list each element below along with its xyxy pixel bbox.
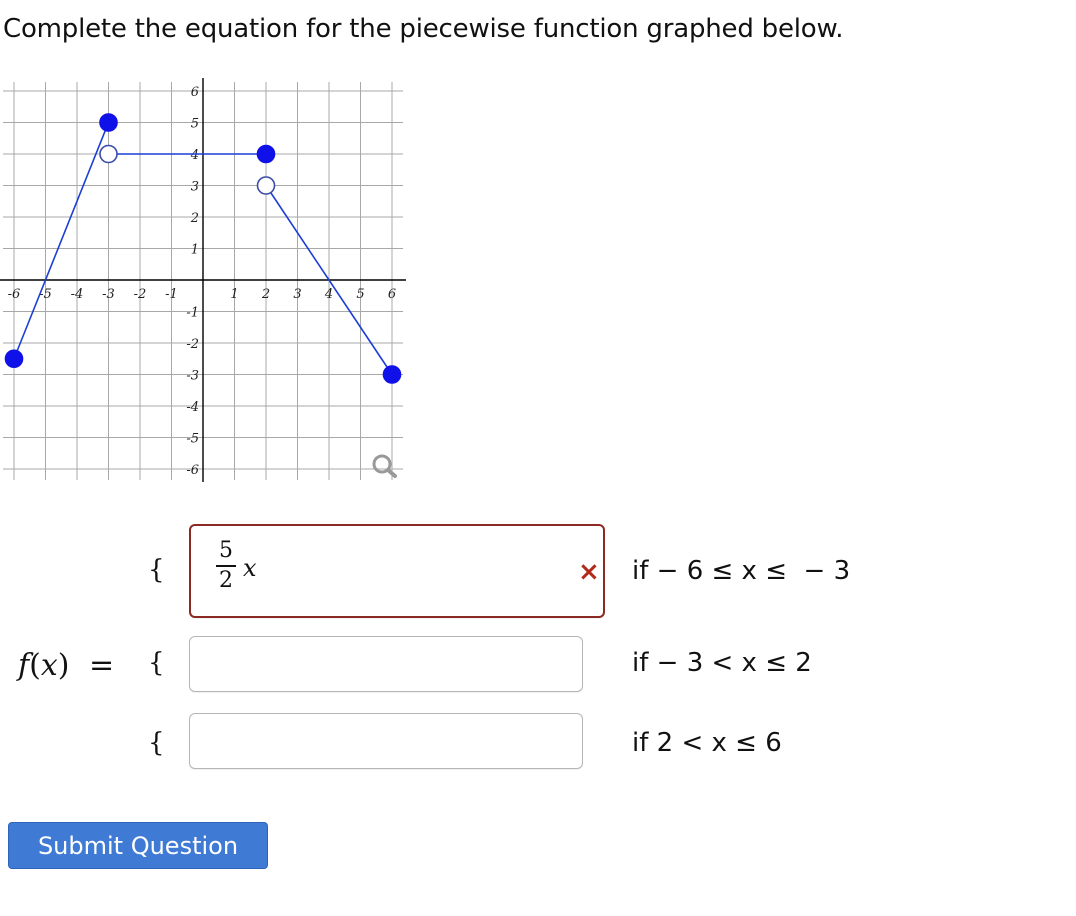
fraction-numerator: 5	[219, 538, 233, 563]
graph-tick-labels: -7-6-5-4-3-2-11234567654321-1-2-3-4-5-6	[8, 85, 396, 478]
piece-2-condition: if − 3 < x ≤ 2	[632, 648, 812, 678]
piece-1-condition: if − 6 ≤ x ≤ − 3	[632, 556, 851, 586]
y-tick-label: 2	[190, 211, 199, 226]
x-tick-label: 5	[356, 287, 364, 302]
closed-endpoint	[382, 365, 402, 384]
piecewise-graph: -7-6-5-4-3-2-11234567654321-1-2-3-4-5-6	[0, 78, 406, 482]
y-tick-label: -6	[186, 463, 199, 478]
x-tick-label: -4	[71, 287, 84, 302]
x-tick-label: 3	[293, 287, 301, 302]
submit-question-button[interactable]: Submit Question	[8, 822, 268, 869]
function-label: f(x) =	[18, 648, 115, 683]
piece-3-brace: {	[148, 728, 165, 758]
fraction-denominator: 2	[219, 567, 233, 593]
x-tick-label: -2	[134, 287, 147, 302]
fraction-bar	[216, 565, 236, 567]
y-tick-label: -3	[186, 369, 199, 384]
open-endpoint	[256, 176, 276, 195]
x-tick-label: -6	[8, 287, 21, 302]
graph-axes	[0, 78, 406, 482]
closed-endpoint	[256, 144, 276, 164]
x-tick-label: -3	[102, 287, 115, 302]
piece-1-fraction: 5 2	[215, 538, 237, 594]
y-tick-label: 6	[191, 85, 199, 100]
curve-segment	[13, 122, 110, 360]
x-tick-label: 4	[324, 287, 333, 302]
piece-3-formula-input[interactable]	[189, 713, 583, 769]
x-tick-label: 2	[261, 287, 270, 302]
piece-1-formula-input[interactable]: 5 2 x	[189, 524, 605, 618]
piece-1-variable: x	[243, 554, 257, 582]
x-tick-label: 1	[230, 287, 238, 302]
y-tick-label: -1	[186, 306, 199, 321]
question-prompt: Complete the equation for the piecewise …	[3, 14, 844, 44]
open-endpoint	[99, 144, 118, 164]
y-tick-label: 1	[191, 243, 199, 258]
piece-2-formula-input[interactable]	[189, 636, 583, 692]
y-tick-label: -2	[186, 337, 199, 352]
graph-grid	[3, 82, 403, 480]
x-tick-label: 6	[388, 287, 396, 302]
y-tick-label: 3	[191, 180, 199, 195]
y-tick-label: -4	[186, 400, 199, 415]
x-tick-label: -1	[165, 287, 178, 302]
closed-endpoint	[4, 349, 24, 369]
piece-2-brace: {	[148, 648, 165, 678]
y-tick-label: 5	[191, 117, 199, 132]
closed-endpoint	[99, 113, 118, 132]
y-tick-label: 4	[190, 148, 199, 163]
piece-1-brace: {	[148, 555, 165, 585]
piece-3-condition: if 2 < x ≤ 6	[632, 728, 782, 758]
incorrect-icon: ×	[578, 557, 600, 587]
y-tick-label: -5	[186, 432, 199, 447]
